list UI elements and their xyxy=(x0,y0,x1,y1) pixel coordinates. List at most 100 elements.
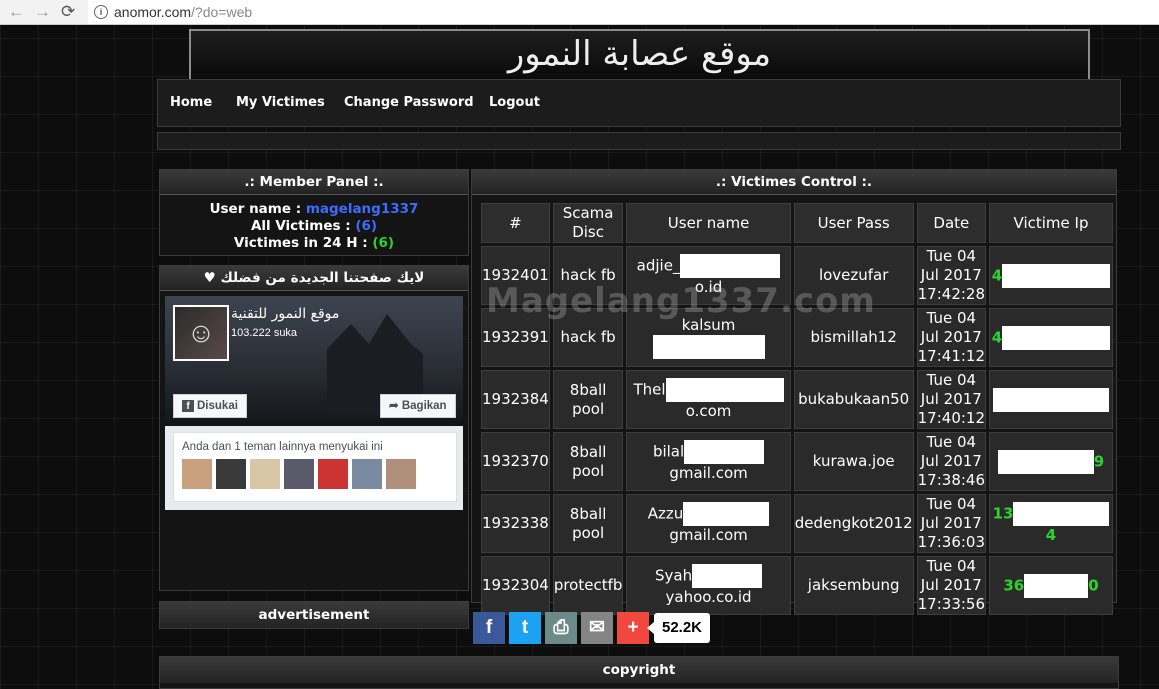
username-value: magelang1337 xyxy=(305,201,419,217)
redaction-mask xyxy=(692,564,763,588)
plus-icon: + xyxy=(627,617,639,638)
username-visible-end: gmail.com xyxy=(669,464,748,482)
redaction-mask xyxy=(997,449,1094,474)
email-share-button[interactable]: ✉ xyxy=(581,612,613,644)
info-icon[interactable]: i xyxy=(94,5,108,19)
cell-username: adjie_ o.id xyxy=(626,246,791,305)
cell-ip xyxy=(989,370,1113,429)
address-bar[interactable]: i anomor.com/?do=web xyxy=(88,0,1159,24)
col-header-ip: Victime Ip xyxy=(989,203,1113,243)
cell-username: Syah yahoo.co.id xyxy=(626,556,791,615)
twitter-icon: t xyxy=(521,617,529,638)
username-visible-end: o.id xyxy=(694,278,723,296)
like-page-panel: ♥ لايك صفحتنا الجديدة من فضلك ☺ موقع الن… xyxy=(159,265,469,591)
url-text: anomor.com/?do=web xyxy=(114,0,252,24)
friend-avatar[interactable] xyxy=(182,459,212,489)
fb-liked-label: Disukai xyxy=(197,400,238,412)
redaction-mask xyxy=(1013,502,1110,526)
friend-avatar[interactable] xyxy=(318,459,348,489)
victims-24h-label: Victimes in 24 H : xyxy=(233,235,373,251)
table-row: 1932304 protectfb Syah yahoo.co.id jaksem… xyxy=(481,556,1113,615)
cell-username: Thel o.com xyxy=(626,370,791,429)
nav-my-victims[interactable]: My Victimes xyxy=(236,80,325,126)
table-row: 1932370 8ball pool bilal gmail.com kurawa… xyxy=(481,432,1113,491)
username-line: User name : magelang1337 xyxy=(160,201,468,218)
redaction-mask xyxy=(993,387,1109,412)
fb-page-avatar[interactable]: ☺ xyxy=(173,305,229,361)
reload-icon[interactable]: ⟳ xyxy=(61,2,75,22)
facebook-icon: f xyxy=(182,400,194,412)
divider-bar xyxy=(157,132,1121,150)
more-share-button[interactable]: + xyxy=(617,612,649,644)
friend-avatar[interactable] xyxy=(250,459,280,489)
username-visible-start: adjie_ xyxy=(636,256,681,275)
print-share-button[interactable]: ⎙ xyxy=(545,612,577,644)
cell-scama: 8ball pool xyxy=(552,432,624,491)
site-banner: موقع عصابة النمور xyxy=(189,29,1090,81)
copyright-title: copyright xyxy=(160,657,1118,683)
advertisement-title: advertisement xyxy=(160,602,468,628)
cell-ip: 36 0 xyxy=(989,556,1113,615)
url-host: anomor.com xyxy=(114,4,192,20)
fb-page-name[interactable]: موقع النمور للتقنية xyxy=(231,306,339,322)
cell-ip: 4 xyxy=(989,308,1113,367)
cell-username: kalsum xyxy=(626,308,791,367)
fb-share-button[interactable]: ➦ Bagikan xyxy=(380,394,456,418)
cell-scama: hack fb xyxy=(552,308,624,367)
cell-scama: protectfb xyxy=(552,556,624,615)
advertisement-panel: advertisement xyxy=(159,601,469,629)
col-header-scama: Scama Disc xyxy=(552,203,624,243)
victims-table: # Scama Disc User name User Pass Date Vi… xyxy=(478,200,1116,618)
table-header-row: # Scama Disc User name User Pass Date Vi… xyxy=(481,203,1113,243)
fb-friends-box: Anda dan 1 teman lainnya menyukai ini xyxy=(165,426,463,510)
email-icon: ✉ xyxy=(589,617,605,638)
username-visible-start: Syah xyxy=(655,566,693,585)
cell-pass: kurawa.joe xyxy=(793,432,914,491)
twitter-share-button[interactable]: t xyxy=(509,612,541,644)
nav-home[interactable]: Home xyxy=(170,80,212,126)
cell-id: 1932304 xyxy=(481,556,550,615)
cell-username: Azzu gmail.com xyxy=(626,494,791,553)
username-visible-start: Thel xyxy=(633,380,666,399)
cell-id: 1932370 xyxy=(481,432,550,491)
url-path: /?do=web xyxy=(191,4,253,20)
cell-pass: bukabukaan50 xyxy=(793,370,914,429)
ip-visible-end: 0 xyxy=(1088,576,1099,594)
col-header-username: User name xyxy=(626,203,791,243)
print-icon: ⎙ xyxy=(553,617,569,638)
col-header-pass: User Pass xyxy=(793,203,914,243)
fb-liked-button[interactable]: f Disukai xyxy=(173,394,247,418)
redaction-mask xyxy=(665,378,784,402)
table-row: 1932401 hack fb adjie_ o.id lovezufar Tue… xyxy=(481,246,1113,305)
table-row: 1932338 8ball pool Azzu gmail.com dedengk… xyxy=(481,494,1113,553)
fb-friends-card: Anda dan 1 teman lainnya menyukai ini xyxy=(173,432,457,502)
cell-date: Tue 04 Jul 2017 17:33:56 xyxy=(916,556,986,615)
facebook-share-button[interactable]: f xyxy=(473,612,505,644)
main-nav: Home My Victimes Change Password Logout xyxy=(157,79,1121,127)
redaction-mask xyxy=(680,254,781,278)
friend-avatar[interactable] xyxy=(216,459,246,489)
fb-page-cover[interactable]: ☺ موقع النمور للتقنية 103.222 suka f Disu… xyxy=(165,296,463,420)
cell-date: Tue 04 Jul 2017 17:40:12 xyxy=(916,370,986,429)
friend-avatar[interactable] xyxy=(352,459,382,489)
victims-24h-count: (6) xyxy=(372,235,395,251)
all-victims-count: (6) xyxy=(355,218,378,234)
back-arrow-icon[interactable]: ← xyxy=(8,2,25,22)
friend-avatar[interactable] xyxy=(386,459,416,489)
member-panel-title: .: Member Panel :. xyxy=(160,170,468,195)
share-arrow-icon: ➦ xyxy=(389,400,402,412)
fb-friends-text: Anda dan 1 teman lainnya menyukai ini xyxy=(182,441,383,453)
forward-arrow-icon[interactable]: → xyxy=(34,2,51,22)
redaction-mask xyxy=(1002,263,1111,288)
cell-username: bilal gmail.com xyxy=(626,432,791,491)
ip-visible-end: 9 xyxy=(1093,452,1105,470)
nav-change-password[interactable]: Change Password xyxy=(344,80,474,126)
friend-avatar[interactable] xyxy=(284,459,314,489)
victims-24h-line: Victimes in 24 H : (6) xyxy=(160,235,468,252)
nav-logout[interactable]: Logout xyxy=(489,80,540,126)
facebook-icon: f xyxy=(485,617,493,638)
cell-date: Tue 04 Jul 2017 17:42:28 xyxy=(916,246,986,305)
redaction-mask xyxy=(1024,573,1089,598)
ip-visible-start: 36 xyxy=(1003,576,1025,594)
member-panel: .: Member Panel :. User name : magelang1… xyxy=(159,169,469,256)
